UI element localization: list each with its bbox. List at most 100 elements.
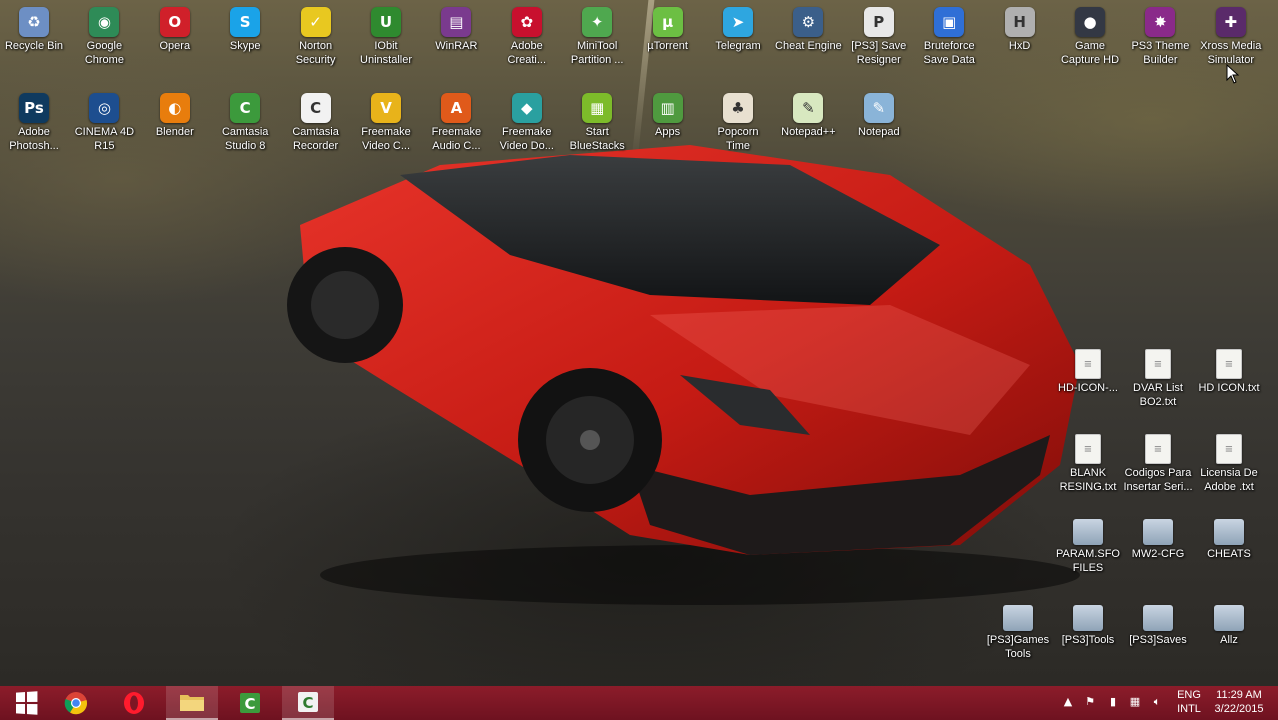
text-file-icon: ≡ (1075, 349, 1101, 379)
language-indicator[interactable]: ENG INTL (1172, 688, 1206, 716)
desktop-icon-label: Google Chrome (84, 40, 124, 66)
desktop-icon[interactable]: ◎ CINEMA 4D R15 (69, 88, 139, 153)
desktop-icon[interactable]: ▣ Bruteforce Save Data (914, 2, 984, 67)
desktop-icon-label: [PS3]Tools (1061, 634, 1115, 646)
desktop-icon[interactable]: ● Game Capture HD (1055, 2, 1125, 67)
desktop-icon[interactable]: A Freemake Audio C... (421, 88, 491, 153)
desktop-icon[interactable]: MW2-CFG (1123, 514, 1193, 561)
desktop-icon[interactable]: ➤ Telegram (703, 2, 773, 53)
desktop-icon[interactable]: ≡ HD-ICON-... (1053, 344, 1123, 395)
desktop-icon[interactable]: ✎ Notepad (844, 88, 914, 139)
hxd-icon: H (1004, 7, 1035, 37)
volume-icon[interactable]: 🔈︎ (1150, 695, 1164, 709)
action-center-flag-icon[interactable]: ⚑ (1083, 695, 1097, 709)
game-capture-icon: ● (1075, 7, 1105, 37)
desktop-icon[interactable]: C Camtasia Studio 8 (210, 88, 280, 153)
desktop-icon[interactable]: ▤ WinRAR (421, 2, 491, 53)
ps3-theme-builder-icon: ✸ (1145, 7, 1176, 37)
utorrent-icon: µ (652, 7, 683, 37)
desktop-icon[interactable]: U IObit Uninstaller (351, 2, 421, 67)
desktop-icon[interactable]: [PS3]Games Tools (983, 600, 1053, 661)
desktop-icon-label: HD-ICON-... (1058, 382, 1118, 394)
taskbar-chrome-button[interactable] (50, 686, 102, 720)
camtasia-studio-icon: C (240, 693, 260, 713)
desktop-icon[interactable]: ≡ Codigos Para Insertar Seri... (1123, 429, 1193, 494)
taskbar-file-explorer-button[interactable] (166, 686, 218, 720)
desktop-icon-label: IObit Uninstaller (360, 40, 412, 66)
network-icon[interactable]: ▦ (1128, 695, 1142, 709)
desktop-icon-label: Notepad++ (781, 126, 836, 138)
desktop-icon[interactable]: ≡ DVAR List BO2.txt (1123, 344, 1193, 409)
desktop-icon-label: Telegram (715, 40, 761, 52)
show-hidden-icons-arrow-icon[interactable]: ▲ (1061, 695, 1075, 709)
desktop-icon-label: Game Capture HD (1060, 40, 1120, 66)
camtasia-recorder-icon: C (298, 692, 318, 712)
desktop-icon-label: Apps (655, 126, 681, 138)
taskbar-opera-button[interactable] (108, 686, 160, 720)
desktop-icon[interactable]: Ps Adobe Photosh... (0, 88, 69, 153)
notepad-icon: ✎ (863, 93, 894, 123)
red-sports-car-image (287, 145, 1080, 605)
recycle-bin-icon: ♻ (19, 7, 49, 37)
desktop-icon[interactable]: ▥ Apps (633, 88, 703, 139)
desktop-icon[interactable]: ◉ Google Chrome (69, 2, 139, 67)
chrome-icon: ◉ (89, 7, 120, 37)
desktop-icon-label: HD ICON.txt (1198, 382, 1260, 394)
desktop-icon-label: Bruteforce Save Data (923, 40, 975, 66)
mouse-cursor-icon (1226, 64, 1240, 84)
desktop-icon[interactable]: [PS3]Tools (1053, 600, 1123, 647)
taskbar-camtasia-studio-button[interactable]: C (224, 686, 276, 720)
bluestacks-icon: ▦ (582, 93, 613, 123)
desktop-icon-label: WinRAR (435, 40, 478, 52)
desktop-icon[interactable]: V Freemake Video C... (351, 88, 421, 153)
telegram-icon: ➤ (723, 7, 753, 37)
skype-icon: S (230, 7, 261, 37)
clock-time: 11:29 AM (1216, 689, 1262, 701)
desktop-icon[interactable]: ✓ Norton Security (281, 2, 351, 67)
desktop-icon-label: Licensia De Adobe .txt (1200, 467, 1258, 493)
desktop-icon[interactable]: ▦ Start BlueStacks (562, 88, 632, 153)
start-button[interactable] (0, 686, 52, 720)
desktop-icon[interactable]: C Camtasia Recorder (281, 88, 351, 153)
desktop-icon[interactable]: ✦ MiniTool Partition ... (562, 2, 632, 67)
folder-icon (1143, 605, 1173, 631)
desktop-icon-label: Skype (229, 40, 261, 52)
desktop-icon[interactable]: µ µTorrent (633, 2, 703, 53)
desktop-icon[interactable]: ✸ PS3 Theme Builder (1125, 2, 1195, 67)
photoshop-icon: Ps (19, 93, 49, 123)
power-icon[interactable]: ▮ (1106, 695, 1120, 709)
desktop-icon[interactable]: PARAM.SFO FILES (1053, 514, 1123, 575)
desktop-icon-label: Opera (159, 40, 191, 52)
desktop-icon[interactable]: H HxD (985, 2, 1055, 53)
minitool-icon: ✦ (582, 7, 613, 37)
desktop-icon[interactable]: ≡ HD ICON.txt (1194, 344, 1264, 395)
desktop-icon-label: DVAR List BO2.txt (1133, 382, 1183, 408)
desktop-icon[interactable]: ◆ Freemake Video Do... (492, 88, 562, 153)
popcorn-time-icon: ♣ (723, 93, 753, 123)
desktop-icon[interactable]: ≡ BLANK RESING.txt (1053, 429, 1123, 494)
desktop-icon-label: PS3 Theme Builder (1131, 40, 1190, 66)
desktop-icon[interactable]: ≡ Licensia De Adobe .txt (1194, 429, 1264, 494)
clock-date: 3/22/2015 (1214, 703, 1264, 715)
desktop-icon[interactable]: ✎ Notepad++ (773, 88, 843, 139)
desktop-icon[interactable]: [PS3]Saves (1123, 600, 1193, 647)
desktop-icon[interactable]: CHEATS (1194, 514, 1264, 561)
desktop-icon[interactable]: S Skype (210, 2, 280, 53)
desktop-icon[interactable]: ♣ Popcorn Time (703, 88, 773, 153)
desktop-icon-label: Allz (1220, 634, 1238, 646)
desktop-icon[interactable]: ♻ Recycle Bin (0, 2, 69, 53)
desktop-icon[interactable]: ⚙ Cheat Engine (773, 2, 843, 53)
desktop-icon-label: Camtasia Recorder (292, 126, 339, 152)
folder-icon (1073, 519, 1103, 545)
desktop-icon[interactable]: P [PS3] Save Resigner (844, 2, 914, 67)
desktop-icon-label: Adobe Creati... (507, 40, 547, 66)
clock[interactable]: 11:29 AM 3/22/2015 (1208, 688, 1270, 716)
desktop-icon[interactable]: Allz (1194, 600, 1264, 647)
apps-icon: ▥ (652, 93, 683, 123)
desktop-icon[interactable]: ✿ Adobe Creati... (492, 2, 562, 67)
desktop-icon[interactable]: O Opera (140, 2, 210, 53)
desktop-icon[interactable]: ◐ Blender (140, 88, 210, 139)
taskbar-camtasia-recorder-button[interactable]: C (282, 686, 334, 720)
desktop-icon-label: HxD (1008, 40, 1031, 52)
desktop-icon[interactable]: ✚ Xross Media Simulator (1196, 2, 1266, 67)
